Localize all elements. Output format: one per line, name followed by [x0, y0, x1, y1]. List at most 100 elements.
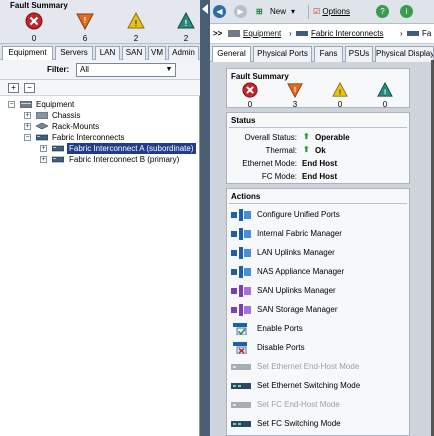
breadcrumb-separator-icon: › — [400, 29, 403, 38]
tree-node-fabric-interconnect-b[interactable]: + Fabric Interconnect B (primary) — [40, 154, 198, 165]
expand-icon[interactable]: + — [40, 156, 47, 163]
internal-fabric-manager-link[interactable]: Internal Fabric Manager — [231, 225, 401, 243]
tab-general[interactable]: General — [212, 46, 251, 63]
tab-psus[interactable]: PSUs — [345, 46, 373, 62]
action-label: Disable Ports — [257, 343, 305, 352]
ethernet-mode-row: Ethernet Mode: End Host — [227, 159, 407, 169]
collapse-icon[interactable]: − — [24, 134, 31, 141]
tab-san[interactable]: SAN — [122, 46, 146, 60]
tree-label-rack-mounts: Rack-Mounts — [52, 122, 100, 131]
major-fault-count[interactable]: ! 6 — [75, 12, 95, 43]
actions-title: Actions — [231, 192, 261, 201]
overall-status-value: Operable — [315, 133, 350, 142]
action-label: LAN Uplinks Manager — [257, 248, 335, 257]
san-uplinks-manager-link[interactable]: SAN Uplinks Manager — [231, 282, 401, 300]
critical-icon — [25, 12, 43, 30]
critical-icon — [242, 82, 258, 98]
warning-count-value: 0 — [382, 100, 388, 109]
collapse-left-icon[interactable] — [201, 4, 209, 14]
critical-fault-count[interactable]: 0 — [242, 82, 258, 109]
tree-node-fabric-interconnects[interactable]: − Fabric Interconnects — [24, 132, 198, 143]
fault-summary-title: Fault Summary — [231, 72, 289, 81]
thermal-label: Thermal: — [265, 146, 297, 155]
options-button[interactable]: ☑ Options — [308, 5, 368, 19]
nas-appliance-manager-link[interactable]: NAS Appliance Manager — [231, 263, 401, 281]
expand-icon[interactable]: + — [24, 112, 31, 119]
forward-arrow-icon: ▶ — [237, 7, 244, 16]
enable-ports-link[interactable]: Enable Ports — [231, 320, 401, 338]
tab-equipment[interactable]: Equipment — [2, 46, 53, 61]
minor-icon: ! — [332, 81, 348, 97]
back-button[interactable]: ◀ — [213, 5, 226, 18]
expand-all-button[interactable]: + — [8, 83, 19, 93]
help-button[interactable]: ? — [376, 5, 389, 18]
filter-select[interactable]: All ▼ — [76, 63, 176, 77]
navigation-pane: Fault Summary 0 ! 6 ! 2 ! 2 Equipment Se… — [0, 0, 200, 436]
tree-node-equipment[interactable]: − Equipment — [8, 99, 198, 110]
expand-icon[interactable]: + — [40, 145, 47, 152]
tree-node-fabric-interconnect-a[interactable]: + Fabric Interconnect A (subordinate) — [40, 143, 198, 154]
info-icon: i — [405, 7, 408, 16]
svg-text:!: ! — [339, 88, 341, 96]
warning-fault-count[interactable]: ! 2 — [176, 11, 196, 43]
lan-uplinks-icon — [231, 247, 251, 259]
tab-admin[interactable]: Admin — [168, 46, 199, 60]
tab-servers[interactable]: Servers — [55, 46, 93, 60]
new-menu-button[interactable]: ⊞ New ▾ — [254, 5, 302, 19]
major-icon: ! — [76, 13, 94, 31]
tab-physical-display[interactable]: Physical Display — [375, 46, 434, 62]
set-ethernet-switching-mode-link[interactable]: Set Ethernet Switching Mode — [231, 377, 401, 395]
major-count-value: 6 — [82, 34, 88, 43]
status-up-arrow-icon: ⬆ — [303, 145, 310, 154]
status-panel: Status Overall Status: ⬆ Operable Therma… — [226, 112, 410, 184]
tab-fans[interactable]: Fans — [314, 46, 343, 62]
tab-lan[interactable]: LAN — [95, 46, 120, 60]
minor-icon: ! — [127, 11, 145, 29]
chevron-down-icon: ▼ — [165, 66, 173, 73]
expand-icon[interactable]: + — [24, 123, 31, 130]
breadcrumb-separator-icon: › — [289, 29, 292, 38]
breadcrumb-equipment[interactable]: Equipment — [243, 24, 281, 43]
forward-button[interactable]: ▶ — [234, 5, 247, 18]
major-fault-count[interactable]: ! 3 — [287, 82, 303, 109]
enable-ports-icon — [233, 323, 247, 335]
tree-label-fabric-interconnects: Fabric Interconnects — [52, 133, 125, 142]
collapse-icon[interactable]: − — [8, 101, 15, 108]
plus-icon: + — [11, 83, 16, 92]
unified-ports-icon — [231, 209, 251, 221]
action-label: Configure Unified Ports — [257, 210, 340, 219]
warning-fault-count[interactable]: ! 0 — [377, 81, 393, 109]
action-label: Enable Ports — [257, 324, 303, 333]
lan-uplinks-manager-link[interactable]: LAN Uplinks Manager — [231, 244, 401, 262]
tab-vm[interactable]: VM — [148, 46, 166, 60]
pane-splitter[interactable] — [200, 0, 210, 436]
san-storage-manager-link[interactable]: SAN Storage Manager — [231, 301, 401, 319]
disable-ports-link[interactable]: Disable Ports — [231, 339, 401, 357]
set-fc-end-host-mode-link: Set FC End-Host Mode — [231, 396, 401, 414]
configure-unified-ports-link[interactable]: Configure Unified Ports — [231, 206, 401, 224]
info-button[interactable]: i — [400, 5, 413, 18]
tree-node-rack-mounts[interactable]: + Rack-Mounts — [24, 121, 198, 132]
breadcrumb-prefix: >> — [213, 29, 223, 38]
critical-fault-count[interactable]: 0 — [24, 12, 44, 43]
svg-text:!: ! — [84, 16, 87, 25]
chevron-down-icon: ▾ — [291, 7, 296, 16]
options-icon: ☑ — [313, 7, 321, 16]
breadcrumb-current[interactable]: Fa — [422, 24, 431, 43]
collapse-all-button[interactable]: − — [24, 83, 35, 93]
set-fc-switching-mode-link[interactable]: Set FC Switching Mode — [231, 415, 401, 433]
options-label: Options — [322, 7, 350, 16]
thermal-row: Thermal: ⬆ Ok — [227, 145, 407, 156]
ethernet-switching-icon — [231, 383, 251, 389]
fc-mode-value: End Host — [302, 172, 338, 181]
breadcrumb-fabric-interconnects[interactable]: Fabric Interconnects — [311, 24, 383, 43]
tree-node-chassis[interactable]: + Chassis — [24, 110, 198, 121]
fault-summary: Fault Summary 0 ! 6 ! 2 ! 2 — [0, 0, 200, 44]
fabric-interconnect-icon — [296, 31, 308, 36]
tab-physical-ports[interactable]: Physical Ports — [253, 46, 312, 62]
minor-fault-count[interactable]: ! 2 — [126, 11, 146, 43]
action-label: SAN Uplinks Manager — [257, 286, 336, 295]
minor-fault-count[interactable]: ! 0 — [332, 81, 348, 109]
ethernet-endhost-icon — [231, 364, 251, 370]
plus-icon: ⊞ — [256, 7, 263, 16]
